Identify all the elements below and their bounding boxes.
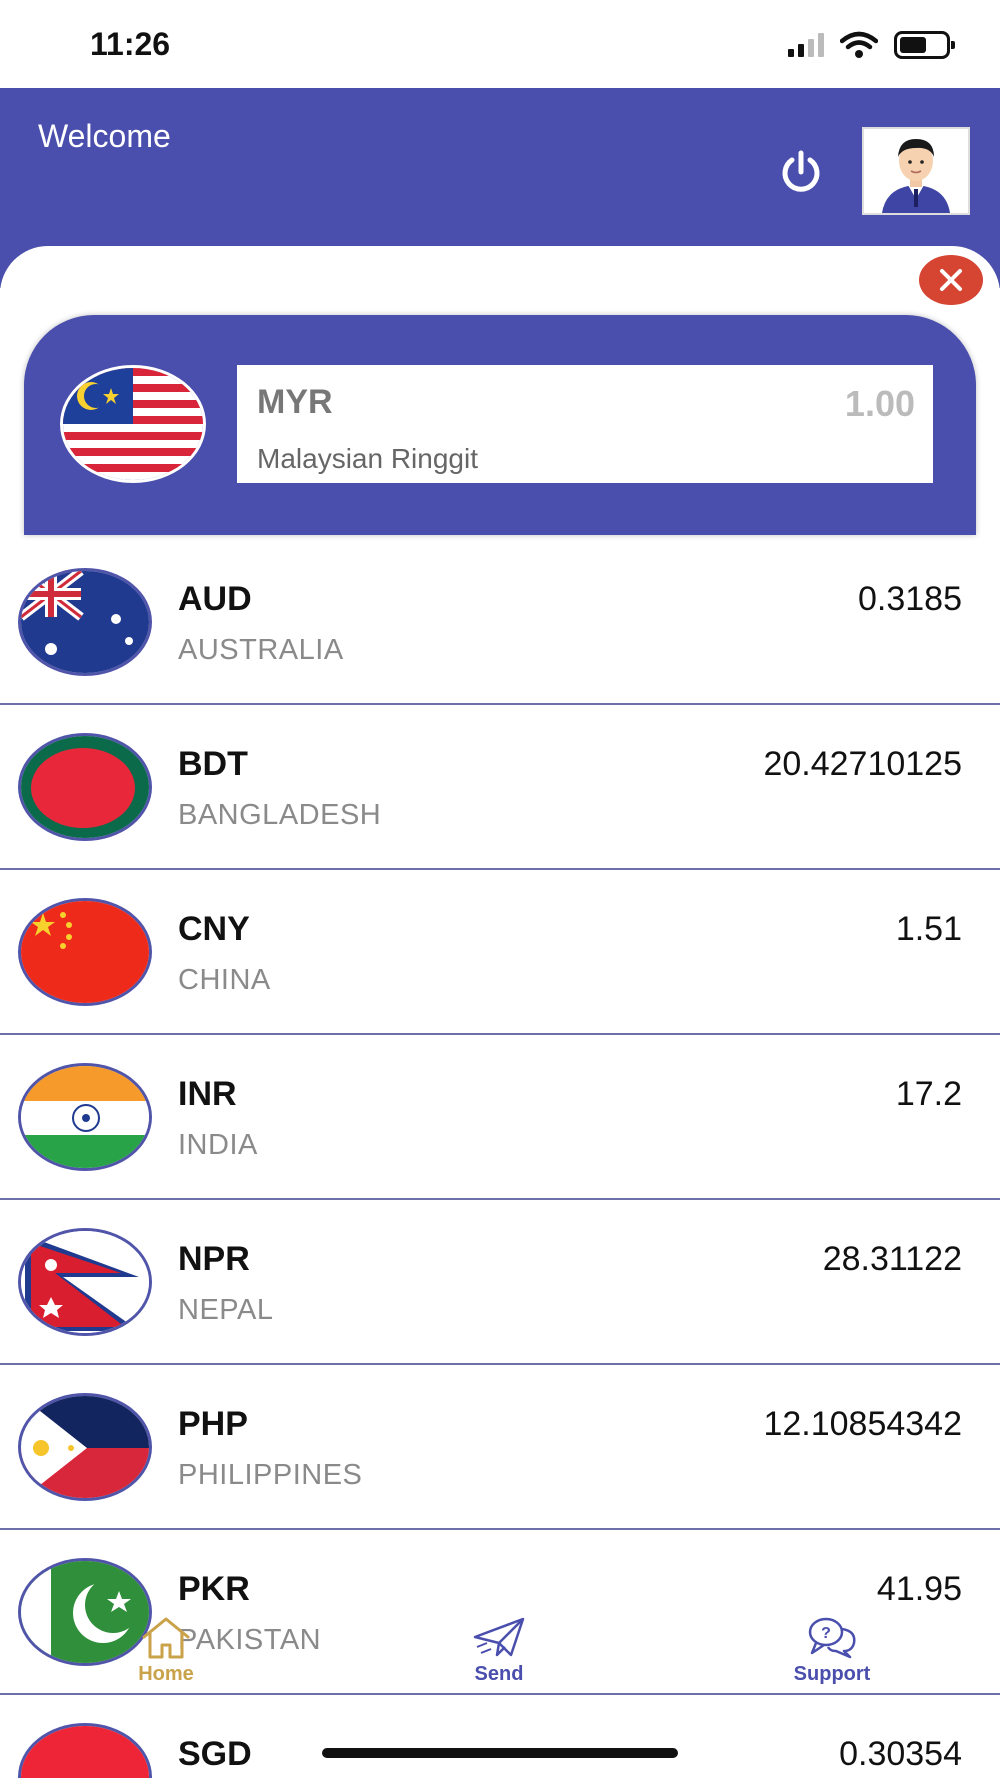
nav-send-label: Send <box>474 1663 524 1685</box>
user-avatar-icon <box>864 129 968 213</box>
currency-rate: 0.30354 <box>839 1735 962 1773</box>
power-icon[interactable] <box>778 150 824 196</box>
svg-text:?: ? <box>821 1625 831 1642</box>
currency-row-inr[interactable]: INR INDIA 17.2 <box>0 1035 1000 1200</box>
currency-row-npr[interactable]: NPR NEPAL 28.31122 <box>0 1200 1000 1365</box>
bottom-nav: Home Send ? Support <box>0 1615 1000 1693</box>
india-flag-icon <box>18 1063 152 1171</box>
base-currency-code: MYR <box>257 383 333 421</box>
currency-row-php[interactable]: PHP PHILIPPINES 12.10854342 <box>0 1365 1000 1530</box>
welcome-text: Welcome <box>38 118 171 154</box>
nav-support[interactable]: ? Support <box>762 1615 902 1693</box>
currency-row-cny[interactable]: CNY CHINA 1.51 <box>0 870 1000 1035</box>
signal-icon <box>788 33 824 57</box>
base-currency-name: Malaysian Ringgit <box>257 443 478 474</box>
wifi-icon <box>840 31 878 58</box>
currency-country: INDIA <box>178 1129 258 1161</box>
australia-flag-icon <box>18 568 152 676</box>
status-icons <box>788 30 955 60</box>
home-indicator[interactable] <box>322 1748 678 1758</box>
nav-divider <box>0 1693 1000 1695</box>
currency-rate: 17.2 <box>895 1075 962 1113</box>
currency-country: AUSTRALIA <box>178 634 344 666</box>
currency-code: PKR <box>178 1570 250 1608</box>
currency-country: BANGLADESH <box>178 799 382 831</box>
currency-country: NEPAL <box>178 1294 274 1326</box>
avatar[interactable] <box>862 127 970 215</box>
currency-country: CHINA <box>178 964 271 996</box>
currency-code: AUD <box>178 580 252 618</box>
currency-code: BDT <box>178 745 248 783</box>
nav-support-label: Support <box>793 1663 871 1685</box>
currency-code: NPR <box>178 1240 250 1278</box>
currency-country: PHILIPPINES <box>178 1459 363 1491</box>
currency-rate: 12.10854342 <box>763 1405 962 1443</box>
base-amount-input[interactable]: MYR Malaysian Ringgit 1.00 <box>237 365 933 483</box>
currency-rate: 28.31122 <box>822 1240 962 1278</box>
philippines-flag-icon <box>18 1393 152 1501</box>
currency-code: CNY <box>178 910 250 948</box>
nav-send[interactable]: Send <box>429 1615 569 1693</box>
currency-list: AUD AUSTRALIA 0.3185 BDT BANGLADESH 20.4… <box>0 540 1000 1778</box>
malaysia-flag-icon <box>60 365 206 483</box>
base-currency-card: MYR Malaysian Ringgit 1.00 <box>24 315 976 535</box>
currency-row-bdt[interactable]: BDT BANGLADESH 20.42710125 <box>0 705 1000 870</box>
close-icon <box>940 269 962 291</box>
bangladesh-flag-icon <box>18 733 152 841</box>
currency-rate: 0.3185 <box>858 580 962 618</box>
nepal-flag-icon <box>18 1228 152 1336</box>
currency-rate: 20.42710125 <box>763 745 962 783</box>
send-icon <box>473 1617 525 1657</box>
currency-code: PHP <box>178 1405 248 1443</box>
support-chat-icon: ? <box>808 1617 856 1659</box>
currency-code: INR <box>178 1075 237 1113</box>
nav-home-label: Home <box>138 1663 194 1685</box>
currency-rate: 1.51 <box>895 910 962 948</box>
base-amount-value: 1.00 <box>844 383 915 424</box>
close-button[interactable] <box>919 255 983 305</box>
currency-rate: 41.95 <box>876 1570 962 1608</box>
currency-row-sgd[interactable]: SGD 0.30354 <box>0 1695 1000 1778</box>
nav-home[interactable]: Home <box>96 1615 236 1693</box>
china-flag-icon <box>18 898 152 1006</box>
home-icon <box>142 1617 190 1659</box>
battery-icon <box>894 31 955 59</box>
status-bar: 11:26 <box>0 0 1000 88</box>
currency-code: SGD <box>178 1735 252 1773</box>
status-time: 11:26 <box>90 26 171 62</box>
singapore-flag-icon <box>18 1723 152 1778</box>
currency-row-aud[interactable]: AUD AUSTRALIA 0.3185 <box>0 540 1000 705</box>
